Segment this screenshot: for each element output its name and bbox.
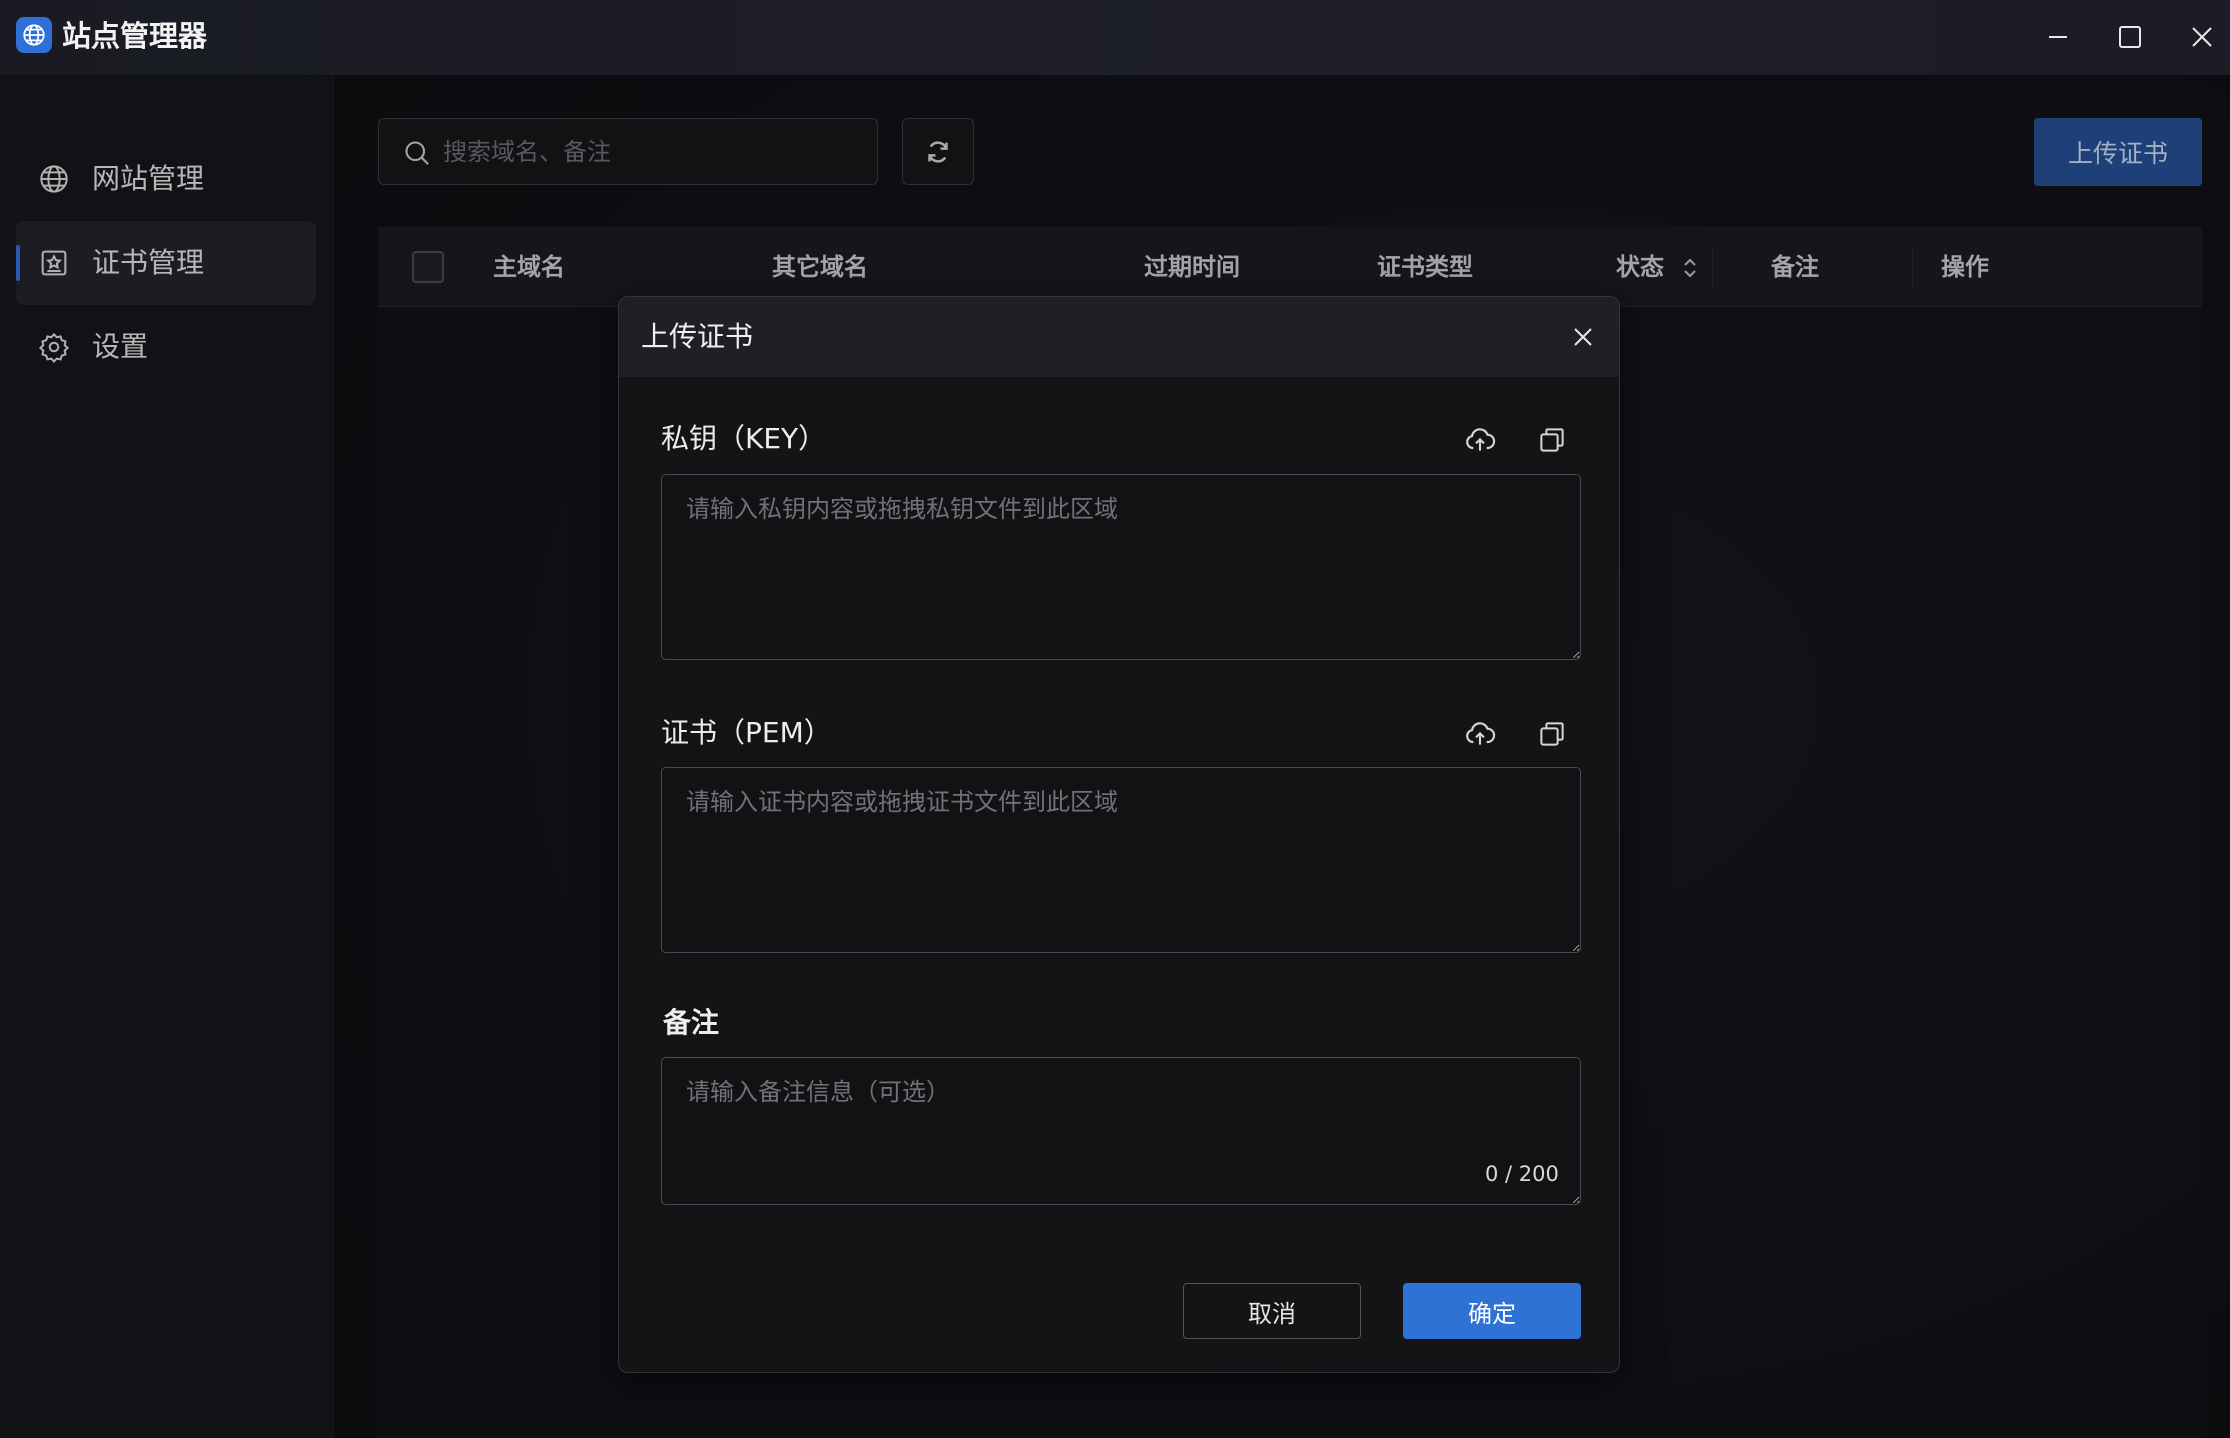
minimize-button[interactable]: [2035, 14, 2081, 60]
close-icon: [2192, 27, 2212, 47]
private-key-label: 私钥（KEY）: [661, 422, 827, 455]
app-title: 站点管理器: [62, 19, 208, 53]
minimize-icon: [2049, 36, 2067, 38]
globe-icon: [23, 24, 45, 46]
private-key-textarea[interactable]: [661, 474, 1581, 660]
dialog-close-button[interactable]: [1565, 319, 1601, 355]
upload-pem-file-button[interactable]: [1463, 717, 1497, 751]
copy-icon: [1540, 428, 1564, 452]
copy-pem-button[interactable]: [1535, 717, 1569, 751]
close-icon: [1574, 328, 1592, 346]
copy-icon: [1540, 722, 1564, 746]
remark-char-counter: 0 / 200: [1485, 1162, 1559, 1186]
remark-label: 备注: [663, 1006, 720, 1039]
cloud-upload-icon: [1466, 428, 1496, 451]
confirm-button[interactable]: 确定: [1403, 1283, 1581, 1339]
upload-key-file-button[interactable]: [1463, 423, 1497, 457]
dialog-header: 上传证书: [619, 297, 1619, 377]
maximize-icon: [2119, 26, 2141, 48]
dialog-title: 上传证书: [641, 320, 754, 353]
title-bar: 站点管理器: [0, 0, 2230, 75]
certificate-pem-textarea[interactable]: [661, 767, 1581, 953]
copy-key-button[interactable]: [1535, 423, 1569, 457]
app-window: 站点管理器 网站管理 证书管理 设置 搜索域名、备注 上传证书 主域名 其它域名…: [0, 0, 2230, 1438]
upload-certificate-dialog: 上传证书 私钥（KEY） 证书（PEM）: [618, 296, 1620, 1373]
remark-textarea[interactable]: [661, 1057, 1581, 1205]
certificate-pem-label: 证书（PEM）: [661, 716, 832, 749]
close-window-button[interactable]: [2179, 14, 2225, 60]
cloud-upload-icon: [1466, 722, 1496, 745]
cancel-button[interactable]: 取消: [1183, 1283, 1361, 1339]
maximize-button[interactable]: [2107, 14, 2153, 60]
app-logo: [16, 17, 52, 53]
